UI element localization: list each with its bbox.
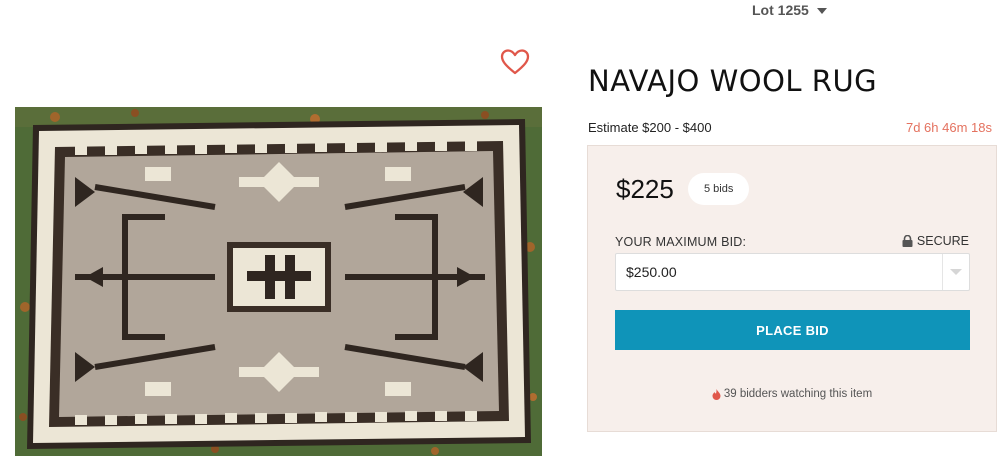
max-bid-label: YOUR MAXIMUM BID: xyxy=(615,235,747,249)
max-bid-select[interactable]: $250.00 xyxy=(615,253,970,291)
bid-count-badge[interactable]: 5 bids xyxy=(688,173,750,205)
time-left: 7d 6h 46m 18s xyxy=(905,120,992,135)
chevron-down-icon xyxy=(816,7,827,14)
bid-panel: $225 5 bids YOUR MAXIMUM BID: SECURE $25… xyxy=(587,145,997,432)
chevron-down-icon xyxy=(950,269,962,275)
item-photo[interactable] xyxy=(15,107,542,456)
estimate-text: Estimate $200 - $400 xyxy=(588,120,712,135)
secure-label: SECURE xyxy=(916,234,969,248)
current-price: $225 xyxy=(616,174,674,204)
fire-icon xyxy=(712,388,721,400)
watchers-text: 39 bidders watching this item xyxy=(723,388,873,400)
item-title: NAVAJO WOOL RUG xyxy=(588,64,878,98)
lot-selector[interactable]: Lot 1255 xyxy=(752,2,827,18)
place-bid-button[interactable]: PLACE BID xyxy=(615,310,970,350)
max-bid-value: $250.00 xyxy=(626,264,677,280)
heart-icon[interactable] xyxy=(500,48,530,76)
lot-label: Lot 1255 xyxy=(752,2,809,18)
watchers-info: 39 bidders watching this item xyxy=(588,388,996,400)
rug-image xyxy=(15,107,542,456)
dropdown-toggle[interactable] xyxy=(942,254,969,290)
secure-indicator: SECURE xyxy=(902,234,969,248)
lock-icon xyxy=(902,235,913,247)
